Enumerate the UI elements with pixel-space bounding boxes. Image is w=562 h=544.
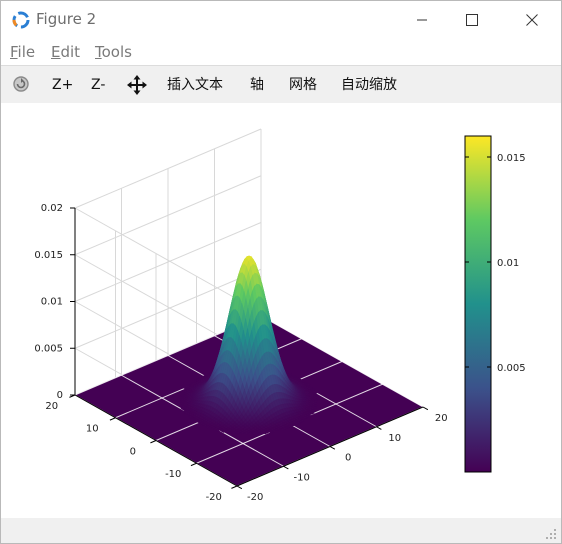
close-icon — [526, 14, 538, 26]
zoom-in-button[interactable]: Z+ — [52, 75, 73, 95]
axes-button[interactable]: 轴 — [250, 75, 264, 95]
colorbar-bar — [464, 135, 492, 473]
surface-plot[interactable]: -20-1001020-20-100102000.0050.010.0150.0… — [1, 103, 561, 518]
insert-text-button[interactable]: 插入文本 — [167, 75, 223, 95]
status-bar — [1, 518, 561, 543]
resize-grip-icon — [546, 529, 556, 539]
minimize-button[interactable] — [399, 1, 445, 39]
y-tick-label: -20 — [206, 492, 222, 503]
y-tick — [109, 417, 116, 421]
autoscale-button[interactable]: 自动缩放 — [341, 75, 397, 95]
close-button[interactable] — [509, 1, 555, 39]
x-tick-label: 10 — [388, 433, 401, 444]
menu-edit[interactable]: Edit — [51, 43, 80, 61]
y-tick-label: -10 — [165, 469, 181, 480]
surface — [74, 255, 424, 487]
x-tick — [236, 485, 243, 490]
rotate-icon — [13, 76, 29, 92]
x-tick-label: 20 — [435, 413, 448, 424]
z-tick-label: 0.02 — [41, 203, 63, 214]
y-tick-label: 20 — [45, 401, 58, 412]
title-bar: Figure 2 — [1, 1, 561, 39]
menu-tools[interactable]: Tools — [95, 43, 132, 61]
x-tick — [376, 426, 382, 430]
maximize-icon — [466, 14, 478, 26]
y-tick — [150, 440, 157, 444]
z-tick-label: 0 — [57, 390, 63, 401]
toolbar: Z+ Z- 插入文本 轴 网格 自动缩放 — [1, 65, 561, 104]
y-tick — [231, 485, 238, 489]
x-tick — [422, 406, 429, 411]
minimize-icon — [417, 19, 427, 21]
z-tick-label: 0.005 — [34, 343, 63, 354]
z-tick-label: 0.015 — [34, 250, 63, 261]
colorbar-tick-label: 0.01 — [497, 258, 519, 269]
menu-bar: File Edit Tools — [1, 41, 561, 64]
x-tick-label: -10 — [294, 472, 310, 483]
colorbar-tick-label: 0.015 — [497, 153, 526, 164]
pan-button[interactable] — [127, 75, 147, 95]
colorbar-tick-label: 0.005 — [497, 363, 526, 374]
x-tick — [329, 446, 336, 450]
y-tick-label: 10 — [86, 424, 99, 435]
colorbar: 0.005 0.01 0.015 — [464, 135, 526, 473]
y-tick — [190, 462, 197, 467]
x-tick-label: -20 — [247, 492, 263, 503]
maximize-button[interactable] — [449, 1, 495, 39]
menu-file[interactable]: File — [10, 43, 35, 61]
rotate-button[interactable] — [11, 74, 31, 94]
x-tick — [283, 465, 289, 470]
zoom-out-button[interactable]: Z- — [91, 75, 105, 95]
window-title: Figure 2 — [36, 10, 97, 28]
z-tick-label: 0.01 — [41, 297, 63, 308]
pan-icon — [127, 75, 147, 95]
figure-window: Figure 2 File Edit Tools Z+ Z- 插入文本 轴 网格… — [0, 0, 562, 544]
grid-button[interactable]: 网格 — [289, 75, 317, 95]
y-tick-label: 0 — [130, 446, 136, 457]
figure-canvas: -20 -10 0 10 20 -20 -10 0 10 20 0 0.005 0.01 0.015 0.0… — [1, 103, 561, 518]
app-icon — [12, 11, 30, 29]
x-tick-label: 0 — [345, 453, 351, 464]
